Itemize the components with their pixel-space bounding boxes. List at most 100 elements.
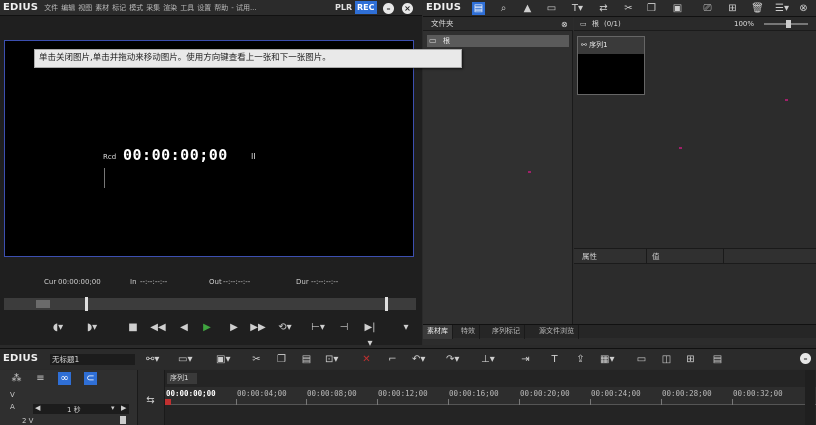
paste-icon[interactable]: ▣ [671,2,684,15]
menu-file[interactable]: 文件 [44,3,58,13]
title-icon[interactable]: T [548,353,561,366]
snap-toggle-icon[interactable]: ⊂ [84,372,97,385]
timeline-scrollbar[interactable] [805,370,815,425]
set-in-icon[interactable]: ◖▾ [50,320,66,336]
menu-help[interactable]: 帮助 [214,3,228,13]
step-forward-icon[interactable]: ▶ [226,320,242,336]
tab-sequence-markers[interactable]: 序列标记 [488,325,525,339]
in-label: In [130,278,137,286]
plr-mode-button[interactable]: PLR [333,2,354,13]
out-point-marker[interactable] [385,297,388,311]
sequence-clip[interactable]: ⚯ 序列1 [577,36,645,95]
add-cut-point-icon[interactable]: ⌐ [386,353,399,366]
tab-effects[interactable]: 特效 [457,325,480,339]
rewind-icon[interactable]: ◀◀ [150,320,166,336]
search-icon[interactable]: ⌕ [497,2,510,15]
bin-close-icon[interactable]: ⊗ [797,2,810,15]
new-sequence-icon[interactable]: ⚯▾ [146,353,159,366]
insert-icon[interactable]: ⊢▾ [310,320,326,336]
zoom-left-icon[interactable]: ◀ [35,404,40,412]
mixer-icon[interactable]: ▦▾ [600,353,614,366]
position-slider[interactable] [36,300,50,308]
snap-icon[interactable]: ◫ [660,353,673,366]
delete-icon[interactable]: 🗑 [751,2,764,15]
audio-icon[interactable]: ⊥▾ [481,353,495,366]
parent-folder-icon[interactable]: ▲ [521,2,534,15]
step-back-icon[interactable]: ◀ [176,320,192,336]
menu-edit[interactable]: 编辑 [61,3,75,13]
zoom-right-icon[interactable]: ▶ [121,404,126,412]
track-mode-icon[interactable]: ≡ [34,372,47,385]
overwrite-icon[interactable]: ⊣ [336,320,352,336]
link-icon[interactable]: ∞ [58,372,71,385]
open-project-icon[interactable]: ▭▾ [178,353,192,366]
timeline-minimize-icon[interactable]: – [800,353,811,364]
zoom-slider-handle[interactable] [786,20,791,28]
folder-toggle-icon[interactable]: ▤ [472,2,485,15]
menu-capture[interactable]: 采集 [146,3,160,13]
redo-icon[interactable]: ↷▾ [446,353,459,366]
menu-view[interactable]: 视图 [78,3,92,13]
tab-bin[interactable]: 素材库 [423,325,453,339]
timeline-area[interactable]: 序列1 00:00:00;00 00:00:04;00 00:00:08;00 … [165,370,816,425]
clip-name: 序列1 [589,41,608,49]
add-clip-icon[interactable]: T▾ [571,2,584,15]
timeline-paste-icon[interactable]: ▤ [300,353,313,366]
sync-icon[interactable]: ⇄ [597,2,610,15]
export-icon[interactable]: ⇪ [574,353,587,366]
open-clip-icon[interactable]: ▭ [545,2,558,15]
copy-icon[interactable]: ❐ [645,2,658,15]
menu-render[interactable]: 渲染 [163,3,177,13]
send-to-player-icon[interactable]: ⎚ [701,2,714,15]
timeline-delete-icon[interactable]: ✕ [360,353,373,366]
rec-mode-button[interactable]: REC [355,1,377,14]
folder-close-icon[interactable]: ⊗ [561,20,568,29]
dur-label: Dur [296,278,309,286]
sync-mode-icon[interactable]: ▭ [635,353,648,366]
menu-tools[interactable]: 工具 [180,3,194,13]
timeline-cut-icon[interactable]: ✂ [250,353,263,366]
add-to-timeline-icon[interactable]: ⊞ [726,2,739,15]
save-project-icon[interactable]: ▣▾ [216,353,230,366]
clip-view[interactable]: ▭ 根 (0/1) 100% ⚯ 序列1 [528,17,816,247]
match-frame-icon[interactable]: ▶|▾ [362,320,378,349]
markers-icon[interactable]: ▤ [711,353,724,366]
clip-label: ⚯ 序列1 [578,37,644,54]
play-icon[interactable]: ▶ [199,320,215,336]
folder-root[interactable]: ▭ 根 [427,35,569,47]
menu-settings[interactable]: 设置 [197,3,211,13]
in-point-marker[interactable] [85,297,88,311]
minimize-icon[interactable]: – [383,3,394,14]
menu-mode[interactable]: 模式 [129,3,143,13]
menu-marker[interactable]: 标记 [112,3,126,13]
playhead[interactable] [165,399,171,405]
trim-icon[interactable]: ⇥ [519,353,532,366]
rcd-label: Rcd [103,153,117,161]
rcd-timecode: 00:00:00;00 [123,146,228,164]
sync-lock-icon[interactable]: ⇆ [144,394,157,407]
mode-icon[interactable]: ⁂ [10,372,23,385]
menu-clip[interactable]: 素材 [95,3,109,13]
properties-pane: 属性 值 [574,248,816,324]
view-mode-icon[interactable]: ☰▾ [775,2,789,15]
timeline-ruler[interactable]: 00:00:00;00 00:00:04;00 00:00:08;00 00:0… [165,387,816,405]
more-icon[interactable]: ▾ [398,320,414,336]
ripple-icon[interactable]: ⊞ [684,353,697,366]
transport-controls: ◖▾ ◗▾ ■ ◀◀ ◀ ▶ ▶ ▶▶ ⟲▾ ⊢▾ ⊣ ▶|▾ ▾ [0,318,422,349]
replace-icon[interactable]: ⊡▾ [325,353,338,366]
position-bar[interactable] [4,298,416,310]
set-out-icon[interactable]: ◗▾ [84,320,100,336]
close-icon[interactable]: × [402,3,413,14]
timeline-copy-icon[interactable]: ❐ [275,353,288,366]
zoom-select[interactable]: ◀ 1 秒 ▾ ▶ [33,404,129,414]
undo-icon[interactable]: ↶▾ [412,353,425,366]
track-lock-icon[interactable] [120,416,126,424]
cut-icon[interactable]: ✂ [622,2,635,15]
sequence-tab[interactable]: 序列1 [167,373,197,384]
tab-source-browser[interactable]: 源文件浏览 [535,325,579,339]
fast-forward-icon[interactable]: ▶▶ [250,320,266,336]
pause-indicator: II [251,152,256,161]
zoom-dropdown-icon[interactable]: ▾ [111,404,115,412]
stop-icon[interactable]: ■ [125,320,141,336]
loop-icon[interactable]: ⟲▾ [277,320,293,336]
